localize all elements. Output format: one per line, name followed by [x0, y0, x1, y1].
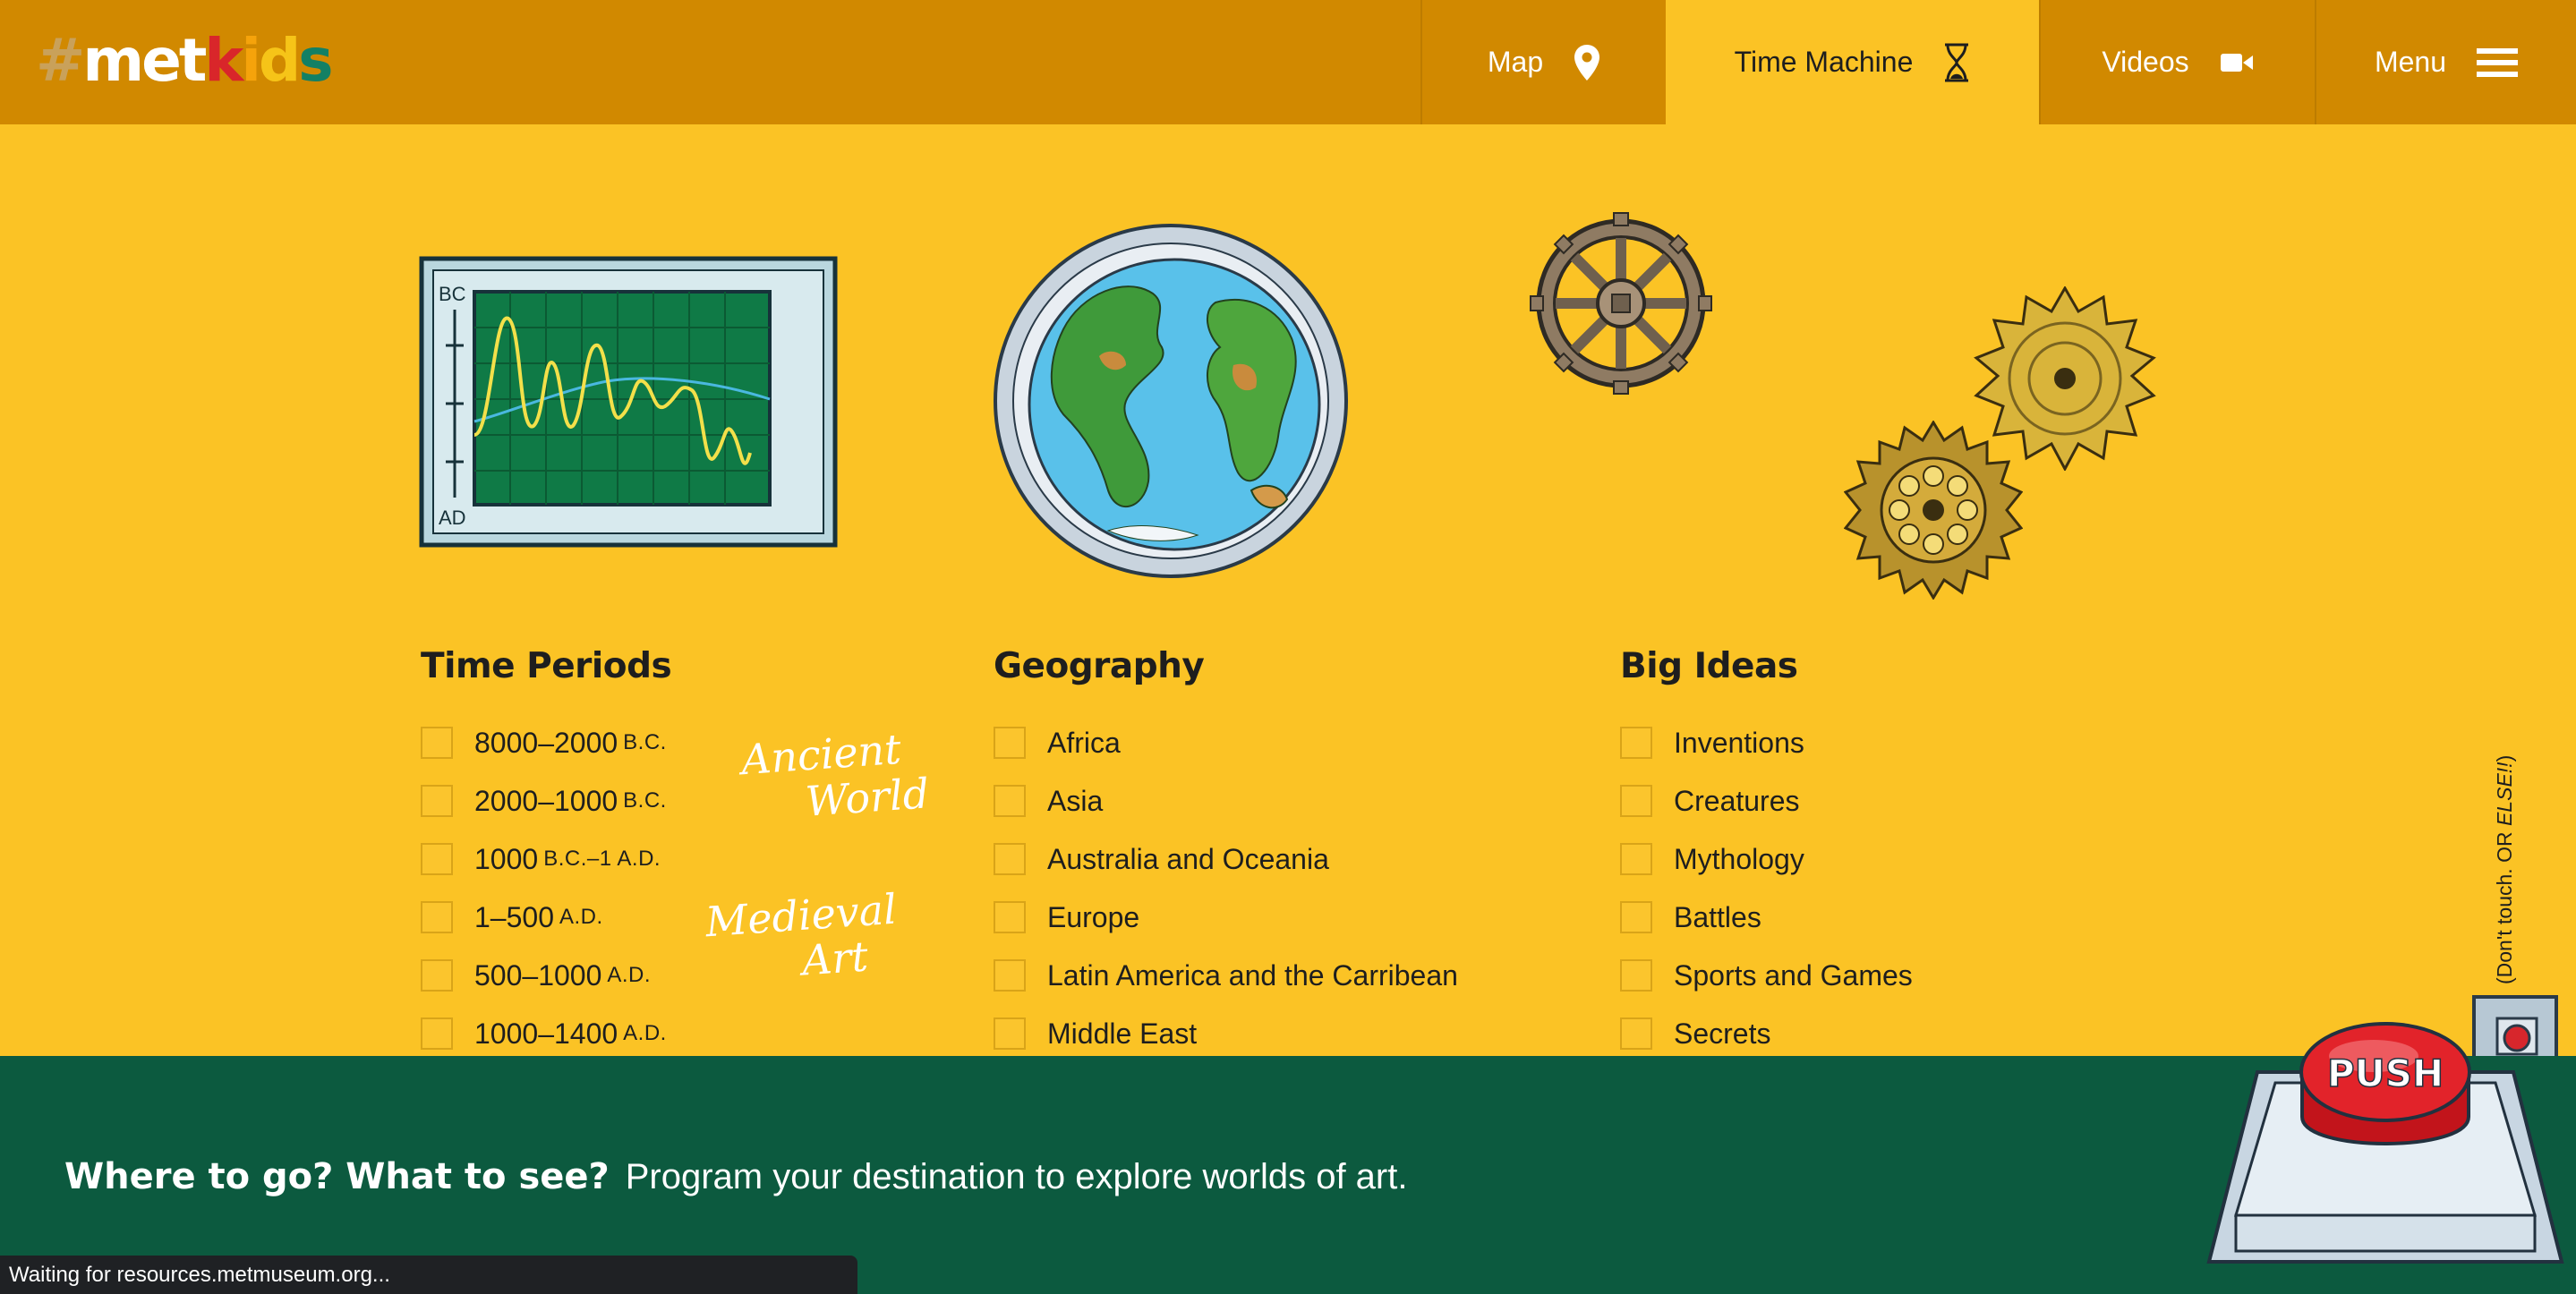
small-gear-illustration: [1530, 212, 1712, 395]
checkbox[interactable]: [421, 727, 453, 759]
logo-letter-k: k: [204, 26, 243, 95]
checkbox[interactable]: [994, 1017, 1026, 1050]
checkbox[interactable]: [1620, 785, 1652, 817]
globe-illustration: [994, 224, 1348, 578]
time-period-option[interactable]: 1000 B.C.–1 A.D.: [421, 839, 661, 879]
video-camera-icon: [2220, 53, 2253, 72]
checkbox[interactable]: [994, 843, 1026, 875]
logo-hash: #: [36, 26, 85, 95]
push-button[interactable]: PUSH: [2204, 1009, 2567, 1278]
footer-prompt-bold: Where to go? What to see?: [64, 1156, 610, 1197]
big-idea-option[interactable]: Inventions: [1620, 723, 1804, 762]
checkbox[interactable]: [1620, 901, 1652, 933]
browser-status-bar: Waiting for resources.metmuseum.org...: [0, 1256, 857, 1294]
geography-option[interactable]: Africa: [994, 723, 1121, 762]
logo-letter-i: i: [241, 26, 261, 95]
map-pin-icon: [1574, 44, 1600, 81]
logo-letter-d: d: [258, 26, 301, 95]
big-idea-option[interactable]: Mythology: [1620, 839, 1804, 879]
time-period-option[interactable]: 2000–1000 B.C.: [421, 781, 667, 821]
logo-letter-s: s: [298, 26, 333, 95]
big-idea-option[interactable]: Battles: [1620, 898, 1761, 937]
checkbox[interactable]: [421, 1017, 453, 1050]
nav-map-label: Map: [1487, 46, 1544, 78]
nav-map[interactable]: Map: [1420, 0, 1666, 124]
logo-letter-m: m: [82, 26, 144, 95]
nav-time-machine-label: Time Machine: [1734, 46, 1914, 78]
big-idea-option[interactable]: Secrets: [1620, 1014, 1770, 1053]
medieval-art-annotation-line2: Art: [800, 932, 870, 985]
hourglass-icon: [1945, 43, 1969, 81]
nav-time-machine[interactable]: Time Machine: [1666, 0, 2039, 124]
geography-option[interactable]: Middle East: [994, 1014, 1197, 1053]
monitor-bc-label: BC: [439, 283, 466, 305]
checkbox[interactable]: [1620, 1017, 1652, 1050]
geography-option[interactable]: Europe: [994, 898, 1139, 937]
time-periods-heading: Time Periods: [421, 646, 672, 686]
ancient-world-annotation-line2: World: [804, 769, 931, 826]
checkbox[interactable]: [421, 959, 453, 992]
nav-menu[interactable]: Menu: [2315, 0, 2576, 124]
geography-heading: Geography: [994, 646, 1205, 686]
hamburger-menu-icon: [2477, 47, 2519, 77]
metkids-logo[interactable]: #metkids: [36, 25, 334, 97]
checkbox[interactable]: [421, 901, 453, 933]
checkbox[interactable]: [421, 843, 453, 875]
big-idea-option[interactable]: Sports and Games: [1620, 956, 1913, 995]
checkbox[interactable]: [994, 727, 1026, 759]
nav-videos[interactable]: Videos: [2039, 0, 2315, 124]
checkbox[interactable]: [994, 785, 1026, 817]
logo-letter-e: e: [141, 26, 182, 95]
footer-prompt-text: Program your destination to explore worl…: [625, 1157, 1408, 1196]
nav-videos-label: Videos: [2102, 46, 2189, 78]
time-period-option[interactable]: 1000–1400 A.D.: [421, 1014, 667, 1053]
time-period-option[interactable]: 8000–2000 B.C.: [421, 723, 667, 762]
checkbox[interactable]: [994, 901, 1026, 933]
checkbox[interactable]: [1620, 843, 1652, 875]
checkbox[interactable]: [1620, 727, 1652, 759]
time-period-option[interactable]: 500–1000 A.D.: [421, 956, 651, 995]
monitor-ad-label: AD: [439, 507, 466, 529]
big-ideas-heading: Big Ideas: [1620, 646, 1798, 686]
medieval-art-annotation-line1: Medieval: [704, 884, 899, 947]
nav-menu-label: Menu: [2374, 46, 2447, 78]
big-idea-option[interactable]: Creatures: [1620, 781, 1800, 821]
push-button-label: PUSH: [2327, 1051, 2444, 1095]
geography-option[interactable]: Australia and Oceania: [994, 839, 1329, 879]
geography-option[interactable]: Latin America and the Carribean: [994, 956, 1458, 995]
logo-letter-t: t: [178, 26, 208, 95]
top-nav: #metkids Map Time Machine Videos Menu: [0, 0, 2576, 124]
time-monitor-illustration: BC AD: [419, 256, 838, 548]
footer-prompt: Where to go? What to see? Program your de…: [64, 1156, 1407, 1197]
dont-touch-note: (Don't touch. OR ELSE!!): [2493, 754, 2516, 984]
checkbox[interactable]: [1620, 959, 1652, 992]
bronze-gear-illustration: [1844, 421, 2023, 600]
time-period-option[interactable]: 1–500 A.D.: [421, 898, 603, 937]
geography-option[interactable]: Asia: [994, 781, 1103, 821]
checkbox[interactable]: [994, 959, 1026, 992]
checkbox[interactable]: [421, 785, 453, 817]
